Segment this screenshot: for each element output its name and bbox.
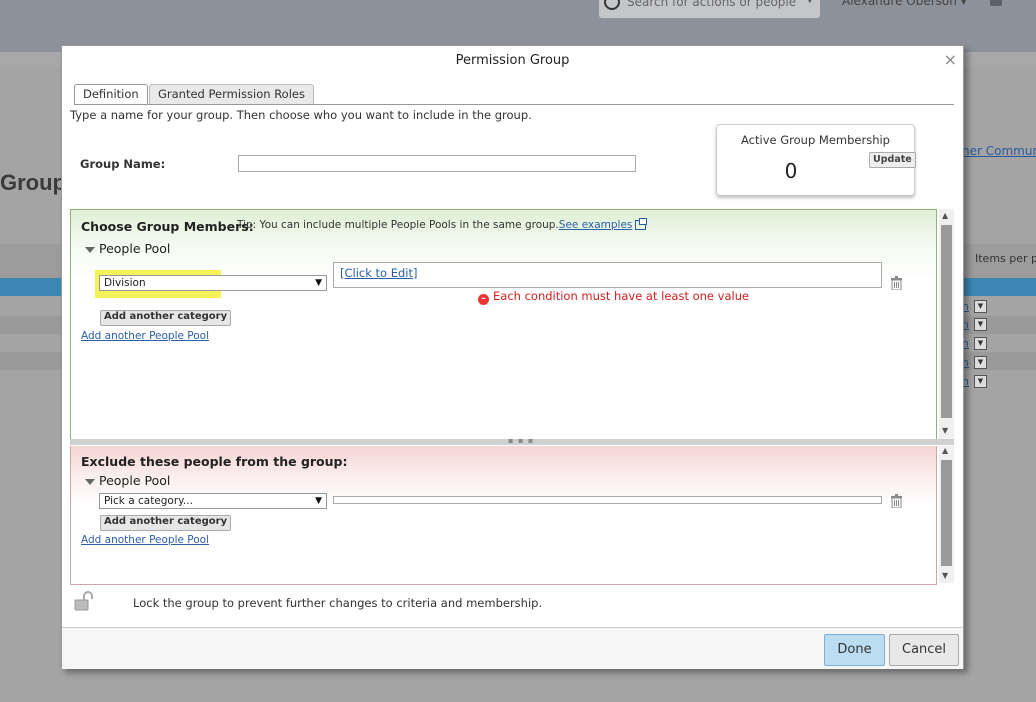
- unlock-icon[interactable]: [74, 591, 96, 611]
- include-add-pool-link[interactable]: Add another People Pool: [81, 330, 209, 342]
- group-name-input[interactable]: [238, 155, 636, 172]
- include-category-value: Division: [104, 277, 146, 289]
- cancel-button[interactable]: Cancel: [889, 634, 959, 666]
- exclude-section: Exclude these people from the group: Peo…: [70, 446, 937, 585]
- search-dropdown-icon[interactable]: ▼: [806, 0, 814, 5]
- exclude-value-box: [333, 496, 882, 504]
- update-button[interactable]: Update: [869, 152, 916, 168]
- background-row-dropdown-icon[interactable]: ▼: [974, 318, 987, 331]
- triangle-down-icon: [85, 246, 95, 253]
- tab-granted-permission-roles[interactable]: Granted Permission Roles: [149, 84, 314, 104]
- trash-icon[interactable]: [890, 494, 903, 508]
- close-icon[interactable]: ×: [944, 52, 957, 68]
- include-value-box: [Click to Edit]: [333, 262, 882, 288]
- error-circle-icon: –: [478, 294, 489, 305]
- exclude-pool-label: People Pool: [99, 473, 171, 488]
- user-name: Alexandre Oberson: [842, 0, 957, 8]
- exclude-scrollbar-thumb[interactable]: [941, 460, 952, 566]
- triangle-down-icon: [85, 478, 95, 485]
- exclude-category-select[interactable]: Pick a category... ▼: [99, 493, 327, 509]
- exclude-add-category-button[interactable]: Add another category: [100, 515, 232, 531]
- dialog-title: Permission Group: [455, 53, 570, 68]
- include-scrollbar-thumb[interactable]: [941, 225, 952, 418]
- exclude-pool-toggle[interactable]: People Pool: [85, 473, 170, 488]
- validation-error: – Each condition must have at least one v…: [478, 289, 749, 305]
- validation-error-text: Each condition must have at least one va…: [493, 289, 750, 303]
- membership-count: 0: [784, 159, 798, 183]
- tabs-divider: [74, 104, 954, 105]
- scroll-down-icon[interactable]: ▼: [942, 426, 948, 435]
- exclude-heading: Exclude these people from the group:: [81, 454, 348, 469]
- notification-bell-icon[interactable]: [990, 0, 1002, 6]
- resize-grip-icon: ▪ ▪ ▪: [508, 436, 535, 445]
- include-section: Choose Group Members: Tip: You can inclu…: [70, 209, 937, 441]
- trash-icon[interactable]: [890, 276, 903, 290]
- section-resize-handle[interactable]: ▪ ▪ ▪: [70, 436, 954, 445]
- background-row-dropdown-icon[interactable]: ▼: [974, 337, 987, 350]
- background-row-dropdown-icon[interactable]: ▼: [974, 356, 987, 369]
- include-heading: Choose Group Members:: [81, 219, 254, 234]
- dropdown-arrow-icon: ▼: [315, 278, 322, 288]
- include-pool-label: People Pool: [99, 241, 171, 256]
- include-tip: Tip: You can include multiple People Poo…: [237, 218, 648, 231]
- user-menu[interactable]: Alexandre Oberson ▾: [842, 0, 967, 8]
- include-scrollbar[interactable]: ▲ ▼: [939, 209, 954, 439]
- done-button[interactable]: Done: [824, 634, 885, 666]
- background-items-per-page: Items per pa: [975, 252, 1036, 265]
- active-membership-box: Active Group Membership 0 Update: [716, 124, 916, 196]
- background-row-dropdown-icon[interactable]: ▼: [974, 300, 987, 313]
- group-name-label: Group Name:: [80, 157, 166, 171]
- background-row-dropdown-icon[interactable]: ▼: [974, 375, 987, 388]
- dropdown-arrow-icon: ▼: [315, 496, 322, 506]
- include-add-category-button[interactable]: Add another category: [100, 310, 232, 326]
- exclude-scrollbar[interactable]: ▲ ▼: [939, 446, 954, 583]
- global-search-placeholder: Search for actions or people: [627, 0, 797, 9]
- membership-title: Active Group Membership: [741, 133, 890, 147]
- background-side-link[interactable]: ner Communi: [962, 144, 1036, 158]
- tab-definition[interactable]: Definition: [74, 84, 148, 105]
- scroll-up-icon[interactable]: ▲: [942, 446, 948, 455]
- see-examples-link[interactable]: See examples: [559, 219, 633, 231]
- click-to-edit-link[interactable]: [Click to Edit]: [340, 266, 418, 280]
- intro-text: Type a name for your group. Then choose …: [70, 108, 532, 122]
- lock-group-text: Lock the group to prevent further change…: [133, 596, 543, 610]
- include-pool-toggle[interactable]: People Pool: [85, 241, 170, 256]
- dialog-footer: Done Cancel: [62, 627, 963, 669]
- include-category-select[interactable]: Division ▼: [99, 275, 327, 291]
- exclude-category-value: Pick a category...: [104, 495, 193, 507]
- scroll-up-icon[interactable]: ▲: [942, 211, 948, 220]
- exclude-add-pool-link[interactable]: Add another People Pool: [81, 534, 209, 546]
- permission-group-dialog: Permission Group × Definition Granted Pe…: [61, 45, 964, 669]
- scroll-down-icon[interactable]: ▼: [942, 571, 948, 580]
- tip-text: Tip: You can include multiple People Poo…: [237, 219, 559, 231]
- background-page-title: Group: [0, 170, 66, 195]
- external-link-icon: [635, 218, 648, 230]
